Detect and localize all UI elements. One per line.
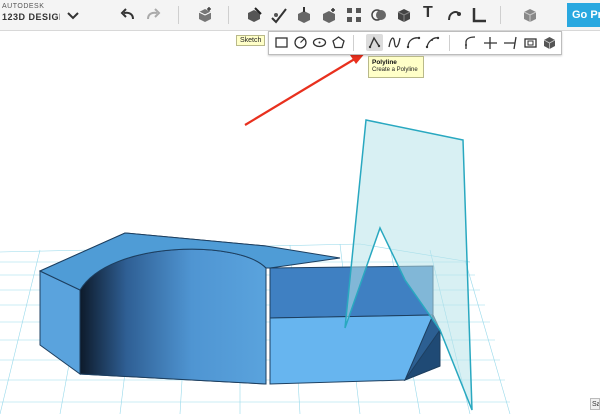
measure-icon[interactable] — [395, 6, 413, 24]
polyline-tooltip: Polyline Create a Polyline — [368, 56, 424, 78]
app-logo: AUTODESK 123D DESIGN — [0, 1, 60, 29]
material-icon[interactable] — [521, 6, 539, 24]
sketch-tool-icon[interactable] — [245, 6, 263, 24]
sketch-polyline-icon[interactable] — [366, 34, 383, 51]
3d-viewport[interactable] — [0, 31, 600, 414]
undo-icon[interactable] — [119, 6, 137, 24]
tooltip-title: Polyline — [372, 59, 397, 66]
main-toolbar: AUTODESK 123D DESIGN T Go Pr — [0, 0, 600, 31]
pattern-icon[interactable] — [320, 6, 338, 24]
sketch-three-point-arc-icon[interactable] — [424, 34, 441, 51]
sketch-separator — [353, 35, 354, 51]
sketch-two-point-arc-icon[interactable] — [405, 34, 422, 51]
menu-chevron-down-icon[interactable] — [64, 6, 82, 24]
sketch-separator — [449, 35, 450, 51]
toolbar-separator — [228, 6, 229, 24]
3d-solid-model[interactable] — [38, 232, 441, 385]
sketch-extend-icon[interactable] — [502, 34, 519, 51]
sketch-submenu — [268, 31, 562, 55]
primitives-icon[interactable] — [196, 6, 214, 24]
modify-icon[interactable] — [295, 6, 313, 24]
logo-line-1: AUTODESK — [2, 3, 45, 10]
go-premium-button[interactable]: Go Premium — [567, 3, 600, 27]
sketch-fillet-icon[interactable] — [462, 34, 479, 51]
sketch-rectangle-icon[interactable] — [273, 34, 290, 51]
sketch-polygon-icon[interactable] — [330, 34, 347, 51]
sketch-trim-icon[interactable] — [482, 34, 499, 51]
logo-line-2: 123D DESIGN — [2, 12, 60, 22]
construct-icon[interactable] — [270, 6, 288, 24]
redo-icon[interactable] — [144, 6, 162, 24]
combine-icon[interactable] — [370, 6, 388, 24]
grouping-icon[interactable] — [345, 6, 363, 24]
save-button[interactable]: Save — [590, 398, 600, 410]
toolbar-separator — [178, 6, 179, 24]
toolbar-separator — [500, 6, 501, 24]
snap-icon[interactable] — [445, 6, 463, 24]
sketch-spline-icon[interactable] — [386, 34, 403, 51]
tooltip-description: Create a Polyline — [372, 67, 418, 73]
ruler-icon[interactable] — [470, 6, 488, 24]
text-tool-icon[interactable]: T — [423, 4, 433, 22]
sketch-tooltip: Sketch — [236, 35, 266, 46]
sketch-ellipse-icon[interactable] — [311, 34, 328, 51]
sketch-project-icon[interactable] — [541, 34, 558, 51]
annotation-arrow — [244, 52, 366, 126]
sketch-offset-icon[interactable] — [522, 34, 539, 51]
sketch-circle-icon[interactable] — [292, 34, 309, 51]
